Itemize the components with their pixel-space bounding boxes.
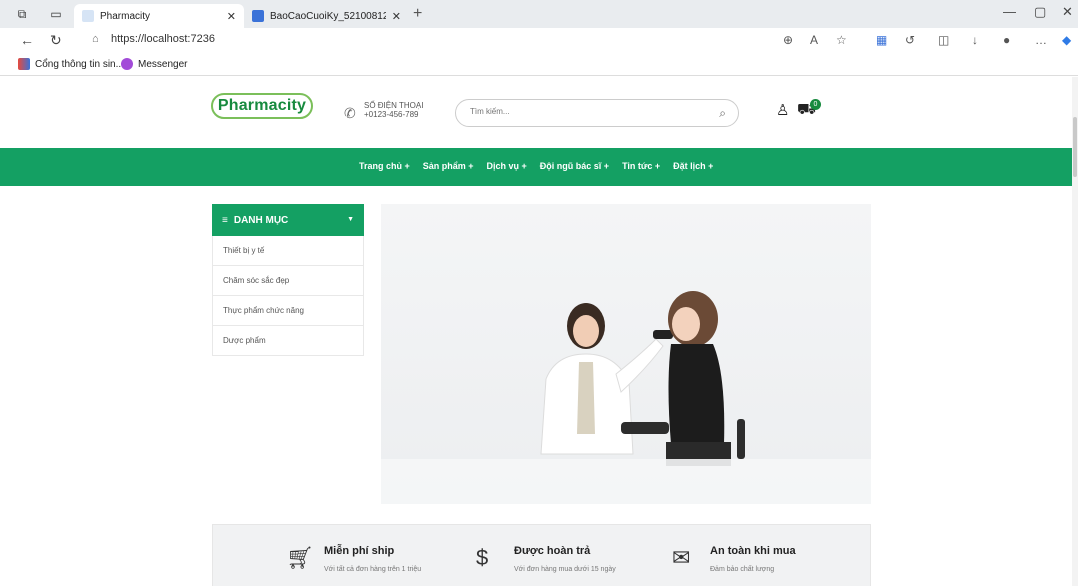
category-title: DANH MỤC [233,214,289,226]
browser-tab-bar: ⧉ ▭ Pharmacity ✕ BaoCaoCuoiKy_52100812_5… [0,0,1078,28]
read-aloud-icon[interactable]: A [810,33,818,47]
feature-subtitle: Đảm bảo chất lượng [710,566,775,573]
money-bag-icon: $ [476,545,489,570]
bookmarks-bar: Cổng thông tin sin... Messenger [0,54,1078,76]
nav-services[interactable]: Dịch vụ + [487,161,527,171]
tab-title: Pharmacity [100,10,151,22]
bookmark-label: Messenger [138,58,188,70]
category-item[interactable]: Dược phẩm [212,326,364,356]
nav-booking[interactable]: Đặt lịch + [673,161,713,171]
restore-icon[interactable]: ▢ [1034,4,1046,20]
minimize-icon[interactable]: — [1003,4,1016,19]
nav-home[interactable]: Trang chủ + [359,161,410,171]
new-tab-icon[interactable]: + [413,5,422,23]
scrollbar-thumb[interactable] [1073,117,1077,177]
user-icon[interactable]: ♙ [776,101,789,119]
feature-title: Miễn phí ship [324,545,395,557]
site-logo[interactable]: Pharmacity [211,93,313,119]
category-item[interactable]: Chăm sóc sắc đẹp [212,266,364,296]
refresh-extension-icon[interactable]: ↺ [905,33,915,47]
category-item[interactable]: Thực phẩm chức năng [212,296,364,326]
nav-products[interactable]: Sản phẩm + [423,161,474,171]
docs-favicon-icon [252,10,264,22]
copilot-icon[interactable]: ◆ [1062,33,1071,47]
category-header[interactable]: ≡ DANH MỤC ▼ [212,204,364,236]
tab-title: BaoCaoCuoiKy_52100812_51900 [270,10,386,22]
web-page: Pharmacity ✆ SỐ ĐIỆN THOẠI +0123-456-789… [0,77,1078,586]
bookmark-favicon-icon [18,58,30,70]
close-tab-icon[interactable]: ✕ [392,10,401,23]
close-tab-icon[interactable]: ✕ [227,10,236,23]
category-menu: ≡ DANH MỤC ▼ Thiết bị y tế Chăm sóc sắc … [212,204,364,356]
url-field[interactable]: https://localhost:7236 [111,33,215,45]
tab-pharmacity[interactable]: Pharmacity ✕ [74,4,244,28]
hamburger-icon: ≡ [222,214,228,226]
main-navigation: Trang chủ + Sản phẩm + Dịch vụ + Đội ngũ… [0,148,1074,186]
tab-actions-icon[interactable]: ▭ [48,6,64,22]
cart-icon: 🛒︎ [286,545,314,570]
bookmark-label: Cổng thông tin sin... [35,58,124,70]
messenger-icon [121,58,133,70]
favorite-star-icon[interactable]: ☆ [836,33,847,47]
page-scrollbar[interactable] [1072,77,1078,586]
bookmark-messenger[interactable]: Messenger [121,58,187,70]
phone-number: +0123-456-789 [364,110,419,119]
cart-count-badge: 0 [810,99,821,110]
tab-report[interactable]: BaoCaoCuoiKy_52100812_51900 ✕ [244,4,409,28]
address-bar: ← ↻ ⌂ https://localhost:7236 ⊕ A ☆ ▦ ↺ ◫… [0,28,1078,54]
site-info-icon[interactable]: ⌂ [92,33,99,45]
secure-payment-icon: ✉ [672,545,691,570]
feature-title: An toàn khi mua [710,545,796,557]
phone-icon: ✆ [344,105,356,121]
phone-label: SỐ ĐIỆN THOẠI [364,101,424,110]
profile-avatar-icon[interactable]: ● [1003,33,1010,47]
zoom-icon[interactable]: ⊕ [783,33,793,47]
hero-illustration [381,204,871,504]
bookmark-portal[interactable]: Cổng thông tin sin... [18,58,124,70]
feature-subtitle: Với tất cả đơn hàng trên 1 triệu [324,566,422,573]
hero-banner[interactable] [381,204,871,504]
split-screen-icon[interactable]: ◫ [938,33,949,47]
back-icon[interactable]: ← [20,32,34,48]
refresh-icon[interactable]: ↻ [50,32,62,49]
nav-doctors[interactable]: Đội ngũ bác sĩ + [540,161,609,171]
downloads-icon[interactable]: ↓ [972,33,978,47]
category-item[interactable]: Thiết bị y tế [212,236,364,266]
search-input[interactable] [470,107,700,116]
feature-subtitle: Với đơn hàng mua dưới 15 ngày [514,566,616,573]
feature-strip: 🛒︎ Miễn phí ship Với tất cả đơn hàng trê… [212,524,871,586]
search-box: ⌕ [455,99,739,127]
extension-icon[interactable]: ▦ [876,33,887,47]
phone-contact: SỐ ĐIỆN THOẠI +0123-456-789 [364,101,423,119]
close-window-icon[interactable]: ✕ [1062,4,1073,20]
feature-title: Được hoàn trả [514,545,591,557]
more-options-icon[interactable]: … [1035,33,1047,47]
search-icon[interactable]: ⌕ [719,106,726,121]
chevron-down-icon: ▼ [347,216,354,223]
page-favicon-icon [82,10,94,22]
workspaces-icon[interactable]: ⧉ [14,6,30,22]
nav-news[interactable]: Tin tức + [622,161,660,171]
